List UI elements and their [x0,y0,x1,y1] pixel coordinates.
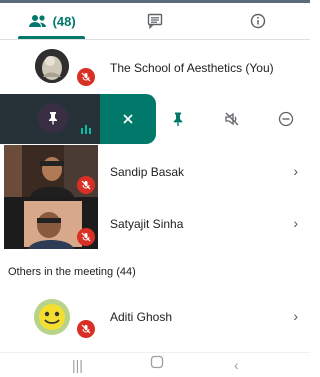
pinned-avatar [38,103,68,133]
tab-bar: (48) [0,3,310,40]
tab-people[interactable]: (48) [0,3,103,39]
participant-row[interactable]: Sandip Basak › [0,145,310,197]
pin-button[interactable] [168,109,188,129]
participant-row[interactable]: Satyajit Sinha › [0,197,310,249]
avatar [35,49,69,83]
pin-icon [49,112,57,125]
audio-level-icon [81,125,91,134]
mic-off-icon [77,68,95,86]
mic-off-icon [77,320,95,338]
mic-off-icon [77,176,95,194]
participant-name: The School of Aesthetics (You) [110,61,274,75]
participant-name: Sandip Basak [110,165,185,179]
participant-row[interactable]: Aditi Ghosh › [0,290,310,346]
tab-info[interactable] [207,3,310,39]
chevron-right-icon[interactable]: › [293,308,298,324]
system-nav-bar: ||| ‹ [0,352,310,377]
recent-apps-icon[interactable]: ||| [72,357,83,373]
chevron-right-icon[interactable]: › [293,163,298,179]
participant-name: Aditi Ghosh [110,310,173,324]
remove-icon [278,111,294,127]
participant-action-bar [0,94,310,144]
avatar [34,299,70,335]
participant-name: Satyajit Sinha [110,217,184,231]
mic-off-icon [77,228,95,246]
pin-icon [173,112,183,126]
mute-button[interactable] [222,109,242,129]
close-button[interactable] [100,94,156,144]
remove-button[interactable] [276,109,296,129]
back-icon[interactable]: ‹ [234,357,239,373]
chat-icon [147,13,163,29]
mute-icon [225,112,239,126]
info-icon [251,13,266,29]
tab-chat[interactable] [103,3,206,39]
people-count: (48) [52,13,76,29]
participant-row-self[interactable]: The School of Aesthetics (You) [0,40,310,95]
close-icon [123,114,133,124]
others-section-label: Others in the meeting (44) [8,266,136,278]
home-icon[interactable] [150,355,164,372]
people-icon [28,15,46,27]
selected-participant-tile[interactable] [0,94,100,144]
chevron-right-icon[interactable]: › [293,215,298,231]
